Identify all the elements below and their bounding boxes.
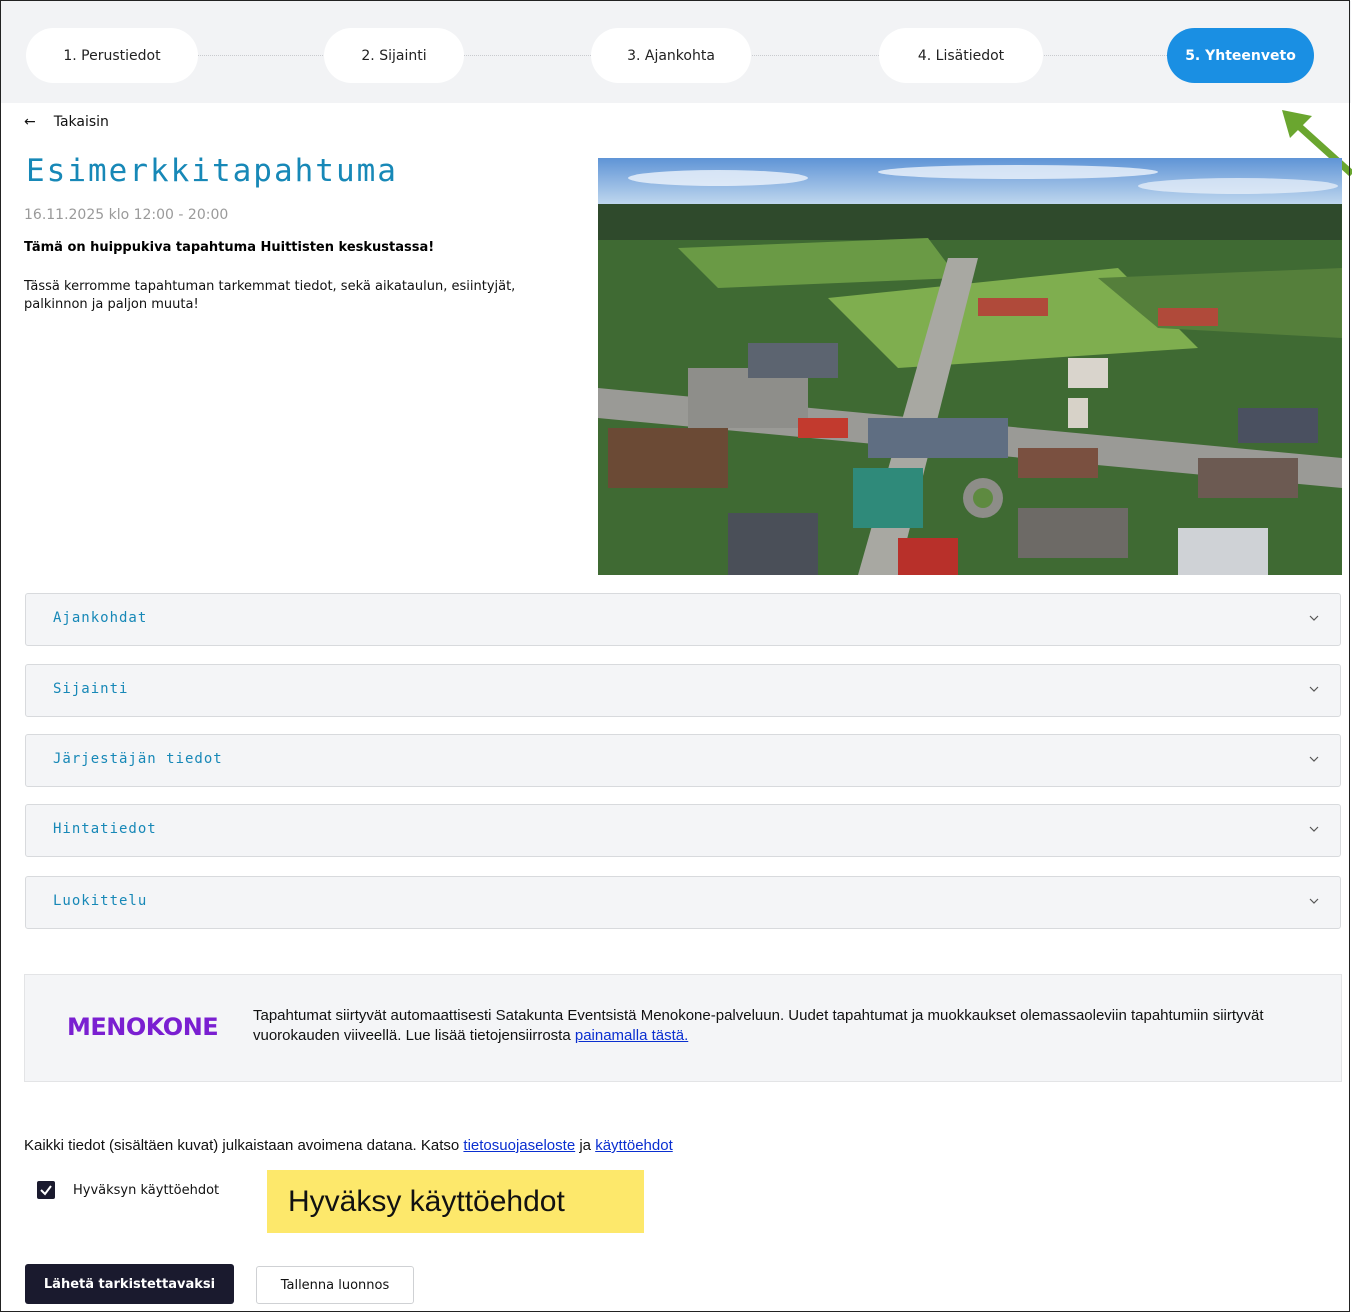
chevron-down-icon <box>1309 615 1319 621</box>
accordion-label: Sijainti <box>53 681 129 697</box>
step-time[interactable]: 3. Ajankohta <box>591 28 751 83</box>
menokone-description: Tapahtumat siirtyvät automaattisesti Sat… <box>253 1007 1264 1044</box>
menokone-logo: MENOKONE <box>67 1013 219 1041</box>
accordion-label: Ajankohdat <box>53 610 148 626</box>
save-draft-button[interactable]: Tallenna luonnos <box>256 1266 414 1304</box>
accordion-location[interactable]: Sijainti <box>25 664 1341 717</box>
menokone-info-text: Tapahtumat siirtyvät automaattisesti Sat… <box>253 1006 1313 1046</box>
event-photo <box>598 158 1342 575</box>
accept-terms-checkbox[interactable] <box>37 1181 55 1199</box>
step-progress-bar: 1. Perustiedot 2. Sijainti 3. Ajankohta … <box>1 1 1351 103</box>
open-data-notice: Kaikki tiedot (sisältäen kuvat) julkaist… <box>24 1137 673 1154</box>
chevron-down-icon <box>1309 686 1319 692</box>
step-additional-info[interactable]: 4. Lisätiedot <box>879 28 1043 83</box>
arrow-left-icon: ← <box>24 114 36 130</box>
chevron-down-icon <box>1309 756 1319 762</box>
step-label: 1. Perustiedot <box>63 47 161 64</box>
accordion-label: Hintatiedot <box>53 821 157 837</box>
open-data-text: Kaikki tiedot (sisältäen kuvat) julkaist… <box>24 1137 464 1154</box>
step-location[interactable]: 2. Sijainti <box>324 28 464 83</box>
back-link[interactable]: ← Takaisin <box>24 114 109 130</box>
menokone-more-info-link[interactable]: painamalla tästä. <box>575 1027 688 1044</box>
step-summary[interactable]: 5. Yhteenveto <box>1167 28 1314 83</box>
submit-for-review-button[interactable]: Lähetä tarkistettavaksi <box>25 1264 234 1304</box>
event-datetime: 16.11.2025 klo 12:00 - 20:00 <box>24 207 229 223</box>
event-description: Tässä kerromme tapahtuman tarkemmat tied… <box>24 279 516 312</box>
privacy-policy-link[interactable]: tietosuojaseloste <box>463 1137 575 1154</box>
back-link-label: Takaisin <box>53 114 109 130</box>
accept-terms-callout: Hyväksy käyttöehdot <box>267 1170 644 1233</box>
accordion-organizer[interactable]: Järjestäjän tiedot <box>25 734 1341 787</box>
accordion-label: Luokittelu <box>53 893 148 909</box>
step-label: 5. Yhteenveto <box>1185 47 1296 64</box>
accordion-classification[interactable]: Luokittelu <box>25 876 1341 929</box>
step-basic-info[interactable]: 1. Perustiedot <box>26 28 198 83</box>
chevron-down-icon <box>1309 826 1319 832</box>
accordion-times[interactable]: Ajankohdat <box>25 593 1341 646</box>
open-data-conjunction: ja <box>575 1137 596 1154</box>
menokone-info-box: MENOKONE Tapahtumat siirtyvät automaatti… <box>24 974 1342 1082</box>
step-label: 3. Ajankohta <box>627 47 715 64</box>
accordion-label: Järjestäjän tiedot <box>53 751 223 767</box>
event-lead: Tämä on huippukiva tapahtuma Huittisten … <box>24 240 435 255</box>
accept-terms-label: Hyväksyn käyttöehdot <box>73 1183 220 1198</box>
event-title: Esimerkkitapahtuma <box>26 153 398 189</box>
chevron-down-icon <box>1309 898 1319 904</box>
terms-of-use-link[interactable]: käyttöehdot <box>595 1137 673 1154</box>
step-label: 4. Lisätiedot <box>917 47 1005 64</box>
accordion-pricing[interactable]: Hintatiedot <box>25 804 1341 857</box>
checkmark-icon <box>40 1185 52 1196</box>
step-label: 2. Sijainti <box>361 47 427 64</box>
